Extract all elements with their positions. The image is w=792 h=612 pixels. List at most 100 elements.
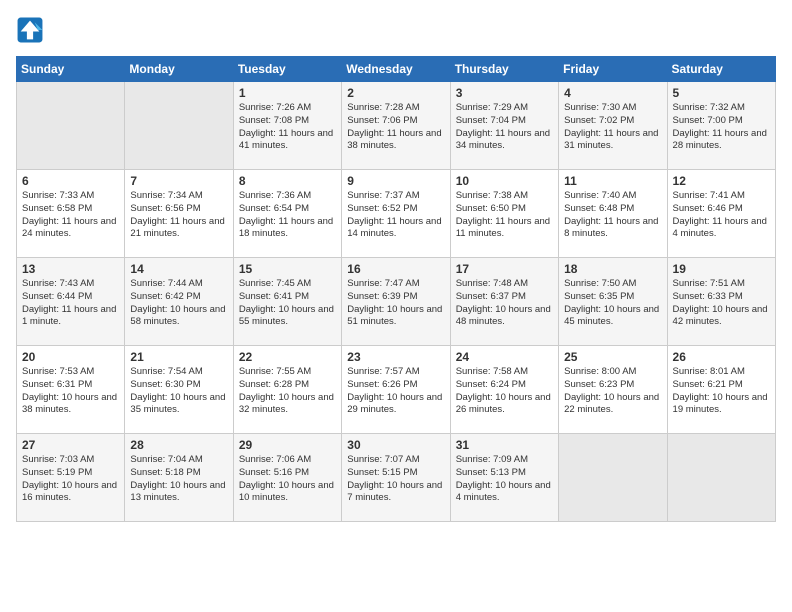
calendar-cell: 10 Sunrise: 7:38 AM Sunset: 6:50 PM Dayli… xyxy=(450,170,558,258)
day-number: 18 xyxy=(564,262,661,276)
day-number: 1 xyxy=(239,86,336,100)
day-number: 5 xyxy=(673,86,770,100)
calendar-cell: 2 Sunrise: 7:28 AM Sunset: 7:06 PM Daylig… xyxy=(342,82,450,170)
calendar-week-1: 1Sunrise: 7:26 AM Sunset: 7:08 PM Daylig… xyxy=(17,82,776,170)
day-number: 29 xyxy=(239,438,336,452)
calendar-cell xyxy=(667,434,775,522)
cell-info: Sunrise: 7:40 AM Sunset: 6:48 PM Dayligh… xyxy=(564,190,661,241)
cell-info: Sunrise: 7:28 AM Sunset: 7:06 PM Dayligh… xyxy=(347,102,444,153)
cell-info: Sunrise: 7:06 AM Sunset: 5:16 PM Dayligh… xyxy=(239,454,336,505)
cell-info: Sunrise: 7:54 AM Sunset: 6:30 PM Dayligh… xyxy=(130,366,227,417)
cell-info: Sunrise: 7:51 AM Sunset: 6:33 PM Dayligh… xyxy=(673,278,770,329)
calendar-week-2: 6Sunrise: 7:33 AM Sunset: 6:58 PM Daylig… xyxy=(17,170,776,258)
page-header xyxy=(16,16,776,44)
cell-info: Sunrise: 7:29 AM Sunset: 7:04 PM Dayligh… xyxy=(456,102,553,153)
calendar-cell: 26 Sunrise: 8:01 AM Sunset: 6:21 PM Dayli… xyxy=(667,346,775,434)
cell-info: Sunrise: 7:30 AM Sunset: 7:02 PM Dayligh… xyxy=(564,102,661,153)
day-number: 2 xyxy=(347,86,444,100)
calendar-week-5: 27 Sunrise: 7:03 AM Sunset: 5:19 PM Dayli… xyxy=(17,434,776,522)
day-number: 31 xyxy=(456,438,553,452)
calendar-cell: 15Sunrise: 7:45 AM Sunset: 6:41 PM Dayli… xyxy=(233,258,341,346)
calendar-cell: 24 Sunrise: 7:58 AM Sunset: 6:24 PM Dayli… xyxy=(450,346,558,434)
cell-info: Sunrise: 7:36 AM Sunset: 6:54 PM Dayligh… xyxy=(239,190,336,241)
calendar-cell: 3 Sunrise: 7:29 AM Sunset: 7:04 PM Daylig… xyxy=(450,82,558,170)
calendar-cell: 13 Sunrise: 7:43 AM Sunset: 6:44 PM Dayli… xyxy=(17,258,125,346)
calendar-cell: 23 Sunrise: 7:57 AM Sunset: 6:26 PM Dayli… xyxy=(342,346,450,434)
cell-info: Sunrise: 7:34 AM Sunset: 6:56 PM Dayligh… xyxy=(130,190,227,241)
day-number: 13 xyxy=(22,262,119,276)
cell-info: Sunrise: 7:50 AM Sunset: 6:35 PM Dayligh… xyxy=(564,278,661,329)
cell-info: Sunrise: 7:09 AM Sunset: 5:13 PM Dayligh… xyxy=(456,454,553,505)
day-number: 12 xyxy=(673,174,770,188)
calendar-body: 1Sunrise: 7:26 AM Sunset: 7:08 PM Daylig… xyxy=(17,82,776,522)
day-number: 6 xyxy=(22,174,119,188)
weekday-monday: Monday xyxy=(125,57,233,82)
calendar-cell: 1Sunrise: 7:26 AM Sunset: 7:08 PM Daylig… xyxy=(233,82,341,170)
weekday-header-row: SundayMondayTuesdayWednesdayThursdayFrid… xyxy=(17,57,776,82)
cell-info: Sunrise: 7:44 AM Sunset: 6:42 PM Dayligh… xyxy=(130,278,227,329)
day-number: 23 xyxy=(347,350,444,364)
calendar-cell xyxy=(559,434,667,522)
day-number: 4 xyxy=(564,86,661,100)
day-number: 30 xyxy=(347,438,444,452)
day-number: 28 xyxy=(130,438,227,452)
cell-info: Sunrise: 7:48 AM Sunset: 6:37 PM Dayligh… xyxy=(456,278,553,329)
day-number: 16 xyxy=(347,262,444,276)
calendar-cell xyxy=(125,82,233,170)
cell-info: Sunrise: 7:04 AM Sunset: 5:18 PM Dayligh… xyxy=(130,454,227,505)
day-number: 11 xyxy=(564,174,661,188)
cell-info: Sunrise: 7:03 AM Sunset: 5:19 PM Dayligh… xyxy=(22,454,119,505)
cell-info: Sunrise: 7:43 AM Sunset: 6:44 PM Dayligh… xyxy=(22,278,119,329)
cell-info: Sunrise: 7:38 AM Sunset: 6:50 PM Dayligh… xyxy=(456,190,553,241)
weekday-tuesday: Tuesday xyxy=(233,57,341,82)
calendar-cell: 25 Sunrise: 8:00 AM Sunset: 6:23 PM Dayli… xyxy=(559,346,667,434)
calendar-cell: 22Sunrise: 7:55 AM Sunset: 6:28 PM Dayli… xyxy=(233,346,341,434)
calendar-cell: 21 Sunrise: 7:54 AM Sunset: 6:30 PM Dayli… xyxy=(125,346,233,434)
calendar-cell: 31 Sunrise: 7:09 AM Sunset: 5:13 PM Dayli… xyxy=(450,434,558,522)
logo-icon xyxy=(16,16,44,44)
cell-info: Sunrise: 7:47 AM Sunset: 6:39 PM Dayligh… xyxy=(347,278,444,329)
calendar-cell: 27 Sunrise: 7:03 AM Sunset: 5:19 PM Dayli… xyxy=(17,434,125,522)
calendar-cell: 20Sunrise: 7:53 AM Sunset: 6:31 PM Dayli… xyxy=(17,346,125,434)
calendar-cell: 28 Sunrise: 7:04 AM Sunset: 5:18 PM Dayli… xyxy=(125,434,233,522)
weekday-wednesday: Wednesday xyxy=(342,57,450,82)
calendar-table: SundayMondayTuesdayWednesdayThursdayFrid… xyxy=(16,56,776,522)
cell-info: Sunrise: 7:58 AM Sunset: 6:24 PM Dayligh… xyxy=(456,366,553,417)
day-number: 26 xyxy=(673,350,770,364)
calendar-cell: 30 Sunrise: 7:07 AM Sunset: 5:15 PM Dayli… xyxy=(342,434,450,522)
day-number: 7 xyxy=(130,174,227,188)
calendar-cell: 18 Sunrise: 7:50 AM Sunset: 6:35 PM Dayli… xyxy=(559,258,667,346)
day-number: 20 xyxy=(22,350,119,364)
calendar-cell: 19 Sunrise: 7:51 AM Sunset: 6:33 PM Dayli… xyxy=(667,258,775,346)
calendar-cell: 17Sunrise: 7:48 AM Sunset: 6:37 PM Dayli… xyxy=(450,258,558,346)
day-number: 9 xyxy=(347,174,444,188)
cell-info: Sunrise: 7:55 AM Sunset: 6:28 PM Dayligh… xyxy=(239,366,336,417)
calendar-cell: 7 Sunrise: 7:34 AM Sunset: 6:56 PM Daylig… xyxy=(125,170,233,258)
day-number: 8 xyxy=(239,174,336,188)
cell-info: Sunrise: 7:57 AM Sunset: 6:26 PM Dayligh… xyxy=(347,366,444,417)
calendar-week-4: 20Sunrise: 7:53 AM Sunset: 6:31 PM Dayli… xyxy=(17,346,776,434)
day-number: 24 xyxy=(456,350,553,364)
cell-info: Sunrise: 7:07 AM Sunset: 5:15 PM Dayligh… xyxy=(347,454,444,505)
cell-info: Sunrise: 8:00 AM Sunset: 6:23 PM Dayligh… xyxy=(564,366,661,417)
day-number: 19 xyxy=(673,262,770,276)
cell-info: Sunrise: 7:45 AM Sunset: 6:41 PM Dayligh… xyxy=(239,278,336,329)
day-number: 14 xyxy=(130,262,227,276)
calendar-cell: 29 Sunrise: 7:06 AM Sunset: 5:16 PM Dayli… xyxy=(233,434,341,522)
cell-info: Sunrise: 8:01 AM Sunset: 6:21 PM Dayligh… xyxy=(673,366,770,417)
calendar-cell: 14 Sunrise: 7:44 AM Sunset: 6:42 PM Dayli… xyxy=(125,258,233,346)
day-number: 21 xyxy=(130,350,227,364)
day-number: 25 xyxy=(564,350,661,364)
day-number: 3 xyxy=(456,86,553,100)
calendar-cell: 16 Sunrise: 7:47 AM Sunset: 6:39 PM Dayli… xyxy=(342,258,450,346)
calendar-cell: 12 Sunrise: 7:41 AM Sunset: 6:46 PM Dayli… xyxy=(667,170,775,258)
weekday-friday: Friday xyxy=(559,57,667,82)
calendar-cell: 5Sunrise: 7:32 AM Sunset: 7:00 PM Daylig… xyxy=(667,82,775,170)
weekday-saturday: Saturday xyxy=(667,57,775,82)
calendar-cell: 6Sunrise: 7:33 AM Sunset: 6:58 PM Daylig… xyxy=(17,170,125,258)
calendar-cell xyxy=(17,82,125,170)
day-number: 10 xyxy=(456,174,553,188)
cell-info: Sunrise: 7:37 AM Sunset: 6:52 PM Dayligh… xyxy=(347,190,444,241)
cell-info: Sunrise: 7:41 AM Sunset: 6:46 PM Dayligh… xyxy=(673,190,770,241)
day-number: 27 xyxy=(22,438,119,452)
